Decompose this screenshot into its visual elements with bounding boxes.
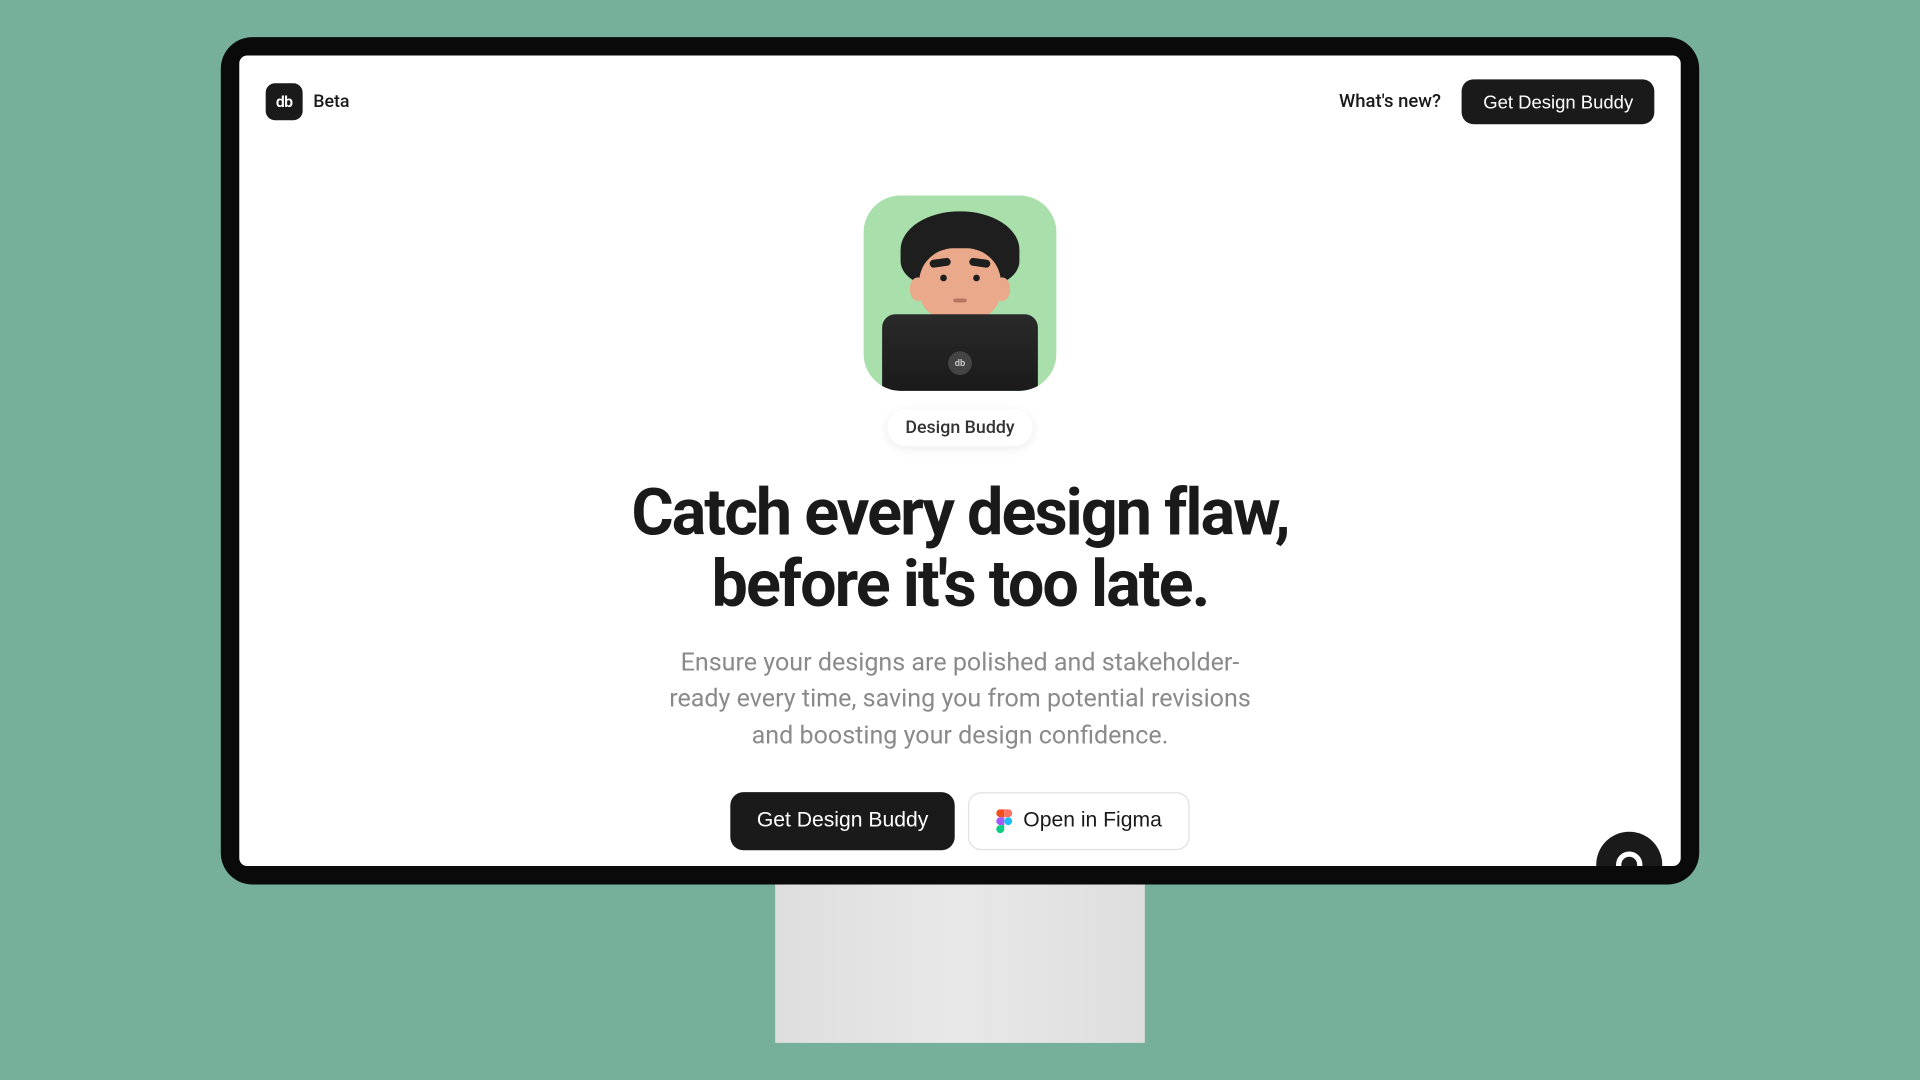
figma-button-label: Open in Figma xyxy=(1023,810,1162,834)
hero-button-group: Get Design Buddy Open in Figma xyxy=(730,793,1189,851)
monitor-stand xyxy=(775,885,1145,1043)
laptop-logo-icon: db xyxy=(948,351,972,375)
logo-text: db xyxy=(276,93,293,111)
header-cta-button[interactable]: Get Design Buddy xyxy=(1462,79,1654,124)
hero-title-line2: before it's too late. xyxy=(712,546,1209,621)
whats-new-link[interactable]: What's new? xyxy=(1339,91,1441,112)
header: db Beta What's new? Get Design Buddy xyxy=(239,56,1680,148)
screen-content: db Beta What's new? Get Design Buddy xyxy=(239,56,1680,866)
header-right: What's new? Get Design Buddy xyxy=(1339,79,1654,124)
get-design-buddy-button[interactable]: Get Design Buddy xyxy=(730,793,954,851)
logo-icon[interactable]: db xyxy=(266,83,303,120)
chat-icon xyxy=(1616,852,1642,867)
hero-title-line1: Catch every design flaw, xyxy=(631,475,1288,550)
laptop-icon: db xyxy=(882,314,1038,391)
monitor-frame: db Beta What's new? Get Design Buddy xyxy=(221,37,1699,884)
header-left: db Beta xyxy=(266,83,350,120)
hero-illustration: db xyxy=(864,195,1057,390)
beta-badge: Beta xyxy=(313,91,349,112)
open-in-figma-button[interactable]: Open in Figma xyxy=(968,793,1190,851)
hero-title: Catch every design flaw, before it's too… xyxy=(631,478,1288,620)
hero-subtitle: Ensure your designs are polished and sta… xyxy=(656,644,1263,753)
hero-section: db Design Buddy Catch every design flaw,… xyxy=(239,148,1680,851)
figma-icon xyxy=(996,810,1013,834)
product-name-badge: Design Buddy xyxy=(887,409,1033,446)
